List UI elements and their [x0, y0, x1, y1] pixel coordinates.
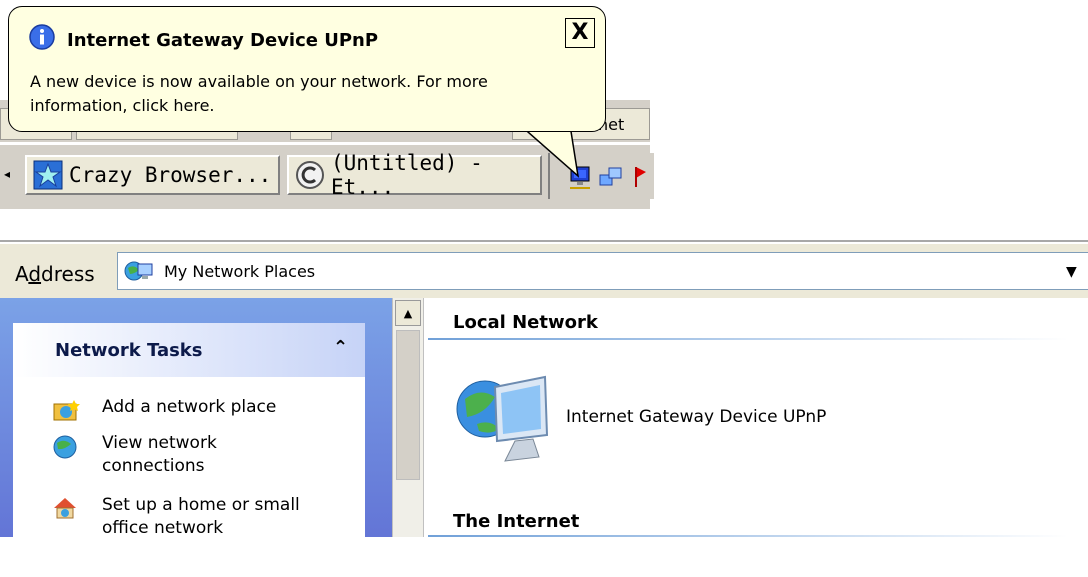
network-tasks-title: Network Tasks	[55, 340, 203, 361]
taskbar-button-label: Crazy Browser...	[69, 163, 272, 187]
home-network-icon	[52, 496, 78, 529]
network-connections-tray-icon[interactable]	[598, 165, 624, 195]
scroll-thumb[interactable]	[396, 330, 420, 480]
crazy-browser-icon	[33, 160, 63, 190]
add-network-place-icon	[52, 398, 82, 431]
balloon-title: Internet Gateway Device UPnP	[67, 30, 379, 51]
taskbar-left-arrow-icon: ◂	[4, 167, 11, 181]
vertical-scrollbar[interactable]: ▲	[392, 298, 424, 537]
collapse-chevron-icon[interactable]: ⌃	[333, 337, 348, 358]
internet-gateway-device-icon[interactable]	[455, 369, 555, 473]
info-icon	[28, 23, 56, 55]
taskbar-button-crazy-browser[interactable]: Crazy Browser...	[25, 155, 280, 195]
address-bar: Address My Network Places	[0, 244, 1088, 299]
task-item-label: Set up a home or small office network	[102, 495, 300, 538]
arrow-up-icon: ▲	[403, 306, 413, 320]
address-value: My Network Places	[164, 262, 316, 281]
address-label: Address	[15, 262, 95, 286]
network-connections-icon	[52, 434, 78, 467]
address-dropdown-icon[interactable]: ▼	[1066, 264, 1077, 280]
window-top-border	[0, 240, 1088, 242]
task-item-label: Add a network place	[102, 397, 277, 417]
device-label[interactable]: Internet Gateway Device UPnP	[566, 407, 826, 427]
group-divider	[428, 338, 1068, 340]
balloon-close-button[interactable]: X	[565, 18, 595, 48]
address-field[interactable]: My Network Places	[117, 252, 1088, 290]
close-icon: X	[571, 20, 589, 45]
task-item-label: View network connections	[102, 433, 217, 476]
scroll-up-button[interactable]: ▲	[395, 300, 421, 326]
group-title-the-internet: The Internet	[453, 511, 580, 532]
balloon-message[interactable]: A new device is now available on your ne…	[30, 70, 590, 118]
flag-tray-icon[interactable]	[634, 165, 648, 193]
group-title-local-network: Local Network	[453, 312, 598, 333]
ethereal-icon	[295, 160, 325, 190]
network-places-icon	[124, 258, 154, 288]
